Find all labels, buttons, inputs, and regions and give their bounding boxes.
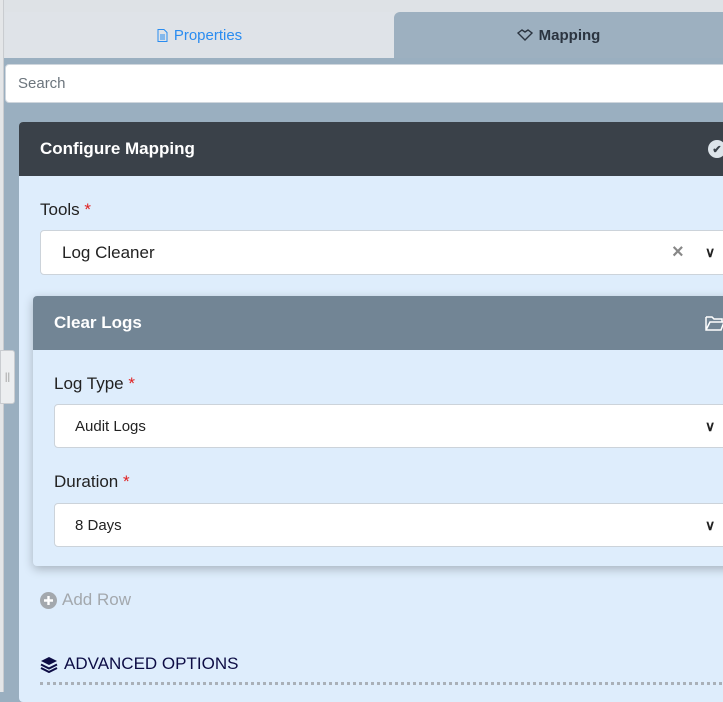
tools-label: Tools * — [40, 200, 92, 219]
folder-open-icon — [705, 316, 723, 331]
card-header[interactable]: Configure Mapping ✔ — [19, 122, 723, 176]
duration-value: 8 Days — [75, 516, 122, 534]
chevron-circle-icon[interactable]: ✔ — [708, 140, 723, 158]
duration-label: Duration * — [54, 472, 130, 491]
tools-value: Log Cleaner — [62, 242, 155, 262]
add-row-button[interactable]: Add Row — [40, 590, 131, 610]
tab-mapping[interactable]: Mapping — [394, 12, 723, 58]
layers-icon — [40, 656, 58, 673]
chevron-down-icon: ∨ — [705, 516, 716, 533]
chevron-down-icon[interactable]: ∨ — [705, 244, 715, 261]
tab-properties[interactable]: Properties — [5, 12, 394, 58]
plus-circle-icon — [40, 591, 57, 609]
duration-select[interactable]: 8 Days ∨ — [54, 503, 723, 547]
card-title: Configure Mapping — [40, 139, 195, 158]
log-type-value: Audit Logs — [75, 417, 146, 435]
search-input[interactable] — [5, 64, 723, 103]
clear-icon[interactable]: × — [672, 241, 684, 264]
resize-handle[interactable]: || — [0, 350, 15, 404]
chevron-down-icon: ∨ — [705, 417, 716, 434]
log-type-select[interactable]: Audit Logs ∨ — [54, 404, 723, 448]
handshake-icon — [516, 29, 533, 41]
log-type-label: Log Type * — [54, 374, 135, 393]
tab-label: Mapping — [538, 26, 601, 44]
tab-label: Properties — [173, 26, 243, 44]
configure-mapping-card: Configure Mapping ✔ Tools * Log Cleaner … — [19, 122, 723, 702]
left-edge — [0, 0, 4, 692]
add-row-label: Add Row — [62, 590, 131, 609]
advanced-options-toggle[interactable]: ADVANCED OPTIONS — [40, 654, 238, 674]
clear-logs-header[interactable]: Clear Logs — [33, 296, 723, 350]
clear-logs-card: Clear Logs Log Type * Audit Logs ∨ Durat… — [33, 296, 723, 566]
tools-select[interactable]: Log Cleaner × ∨ — [40, 230, 723, 275]
divider — [40, 682, 723, 685]
document-icon — [157, 28, 168, 42]
advanced-options-label: ADVANCED OPTIONS — [64, 654, 239, 673]
clear-logs-title: Clear Logs — [54, 313, 142, 332]
